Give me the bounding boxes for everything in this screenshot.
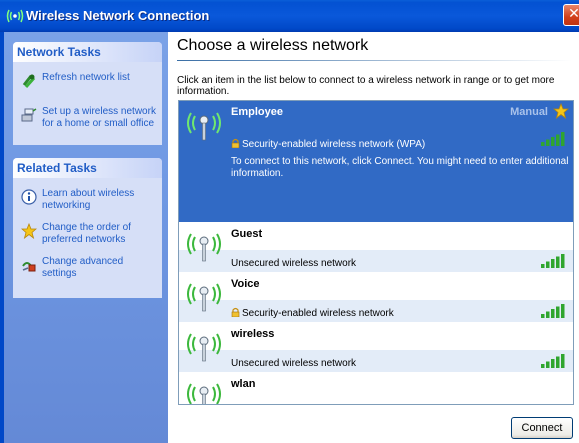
signal-strength-icon [541, 354, 565, 368]
network-item-wireless[interactable]: wireless Unsecured wireless network [179, 322, 573, 372]
network-item-wlan[interactable]: wlan [179, 372, 573, 404]
setup-wireless-network-label: Set up a wireless network for a home or … [42, 106, 156, 129]
network-ssid: Guest [231, 228, 263, 240]
star-icon [21, 223, 37, 239]
instructions-text: Click an item in the list below to conne… [177, 75, 555, 97]
network-ssid: wireless [231, 328, 275, 340]
connect-button[interactable]: Connect [511, 417, 573, 439]
setup-wireless-network-link[interactable]: Set up a wireless network for a home or … [17, 106, 158, 134]
page-title: Choose a wireless network [177, 37, 369, 54]
wireless-network-icon [6, 9, 24, 23]
wireless-antenna-icon [187, 333, 221, 362]
signal-strength-icon [541, 132, 565, 146]
network-security: Unsecured wireless network [231, 358, 357, 369]
refresh-network-list-link[interactable]: Refresh network list [17, 72, 158, 100]
setup-network-icon [21, 108, 37, 122]
network-security: Unsecured wireless network [231, 258, 357, 269]
info-icon [21, 189, 37, 205]
network-item-guest[interactable]: Guest Unsecured wireless network [179, 222, 573, 272]
change-preferred-order-link[interactable]: Change the order of preferred networks [17, 222, 158, 250]
lock-icon [231, 307, 240, 317]
signal-strength-icon [541, 304, 565, 318]
wireless-antenna-icon [187, 112, 221, 141]
main-pane: Choose a wireless network Click an item … [168, 32, 579, 443]
network-detail-text: To connect to this network, click Connec… [231, 156, 569, 179]
network-item-voice[interactable]: Voice Security-enabled wireless network [179, 272, 573, 322]
refresh-icon [22, 74, 36, 88]
network-list[interactable]: Employee Manual Security-enabled wireles… [178, 100, 574, 405]
learn-about-wireless-link[interactable]: Learn about wireless networking [17, 188, 158, 216]
change-advanced-settings-link[interactable]: Change advanced settings [17, 256, 158, 284]
task-pane: Network Tasks Refresh network list Set u… [4, 32, 168, 443]
related-tasks-heading[interactable]: Related Tasks [13, 158, 162, 178]
network-security-line: Security-enabled wireless network (WPA) [231, 138, 425, 150]
network-tasks-heading[interactable]: Network Tasks [13, 42, 162, 62]
change-preferred-order-label: Change the order of preferred networks [42, 222, 131, 245]
title-bar[interactable]: Wireless Network Connection ✕ [0, 0, 579, 32]
network-security-line: Security-enabled wireless network [231, 307, 394, 319]
change-advanced-settings-label: Change advanced settings [42, 256, 124, 279]
learn-about-wireless-label: Learn about wireless networking [42, 188, 135, 211]
window-title: Wireless Network Connection [26, 8, 210, 23]
network-tasks-box: Network Tasks Refresh network list Set u… [13, 42, 162, 145]
wireless-antenna-icon [187, 233, 221, 262]
network-security: Security-enabled wireless network [242, 308, 394, 319]
network-item-employee[interactable]: Employee Manual Security-enabled wireles… [179, 101, 573, 222]
network-status: Manual [510, 106, 548, 118]
signal-strength-icon [541, 254, 565, 268]
lock-icon [231, 138, 240, 148]
wireless-network-connection-window: Wireless Network Connection ✕ Network Ta… [0, 0, 579, 443]
preferred-star-icon [553, 103, 569, 119]
network-ssid: Employee [231, 106, 283, 118]
close-button[interactable]: ✕ [563, 4, 579, 26]
wireless-antenna-icon [187, 383, 221, 404]
refresh-network-list-label: Refresh network list [42, 72, 130, 83]
network-security: Security-enabled wireless network (WPA) [242, 139, 426, 150]
network-ssid: Voice [231, 278, 260, 290]
settings-icon [22, 262, 36, 272]
wireless-antenna-icon [187, 283, 221, 312]
related-tasks-box: Related Tasks Learn about wireless netwo… [13, 158, 162, 298]
network-ssid: wlan [231, 378, 256, 390]
heading-divider [177, 60, 572, 61]
